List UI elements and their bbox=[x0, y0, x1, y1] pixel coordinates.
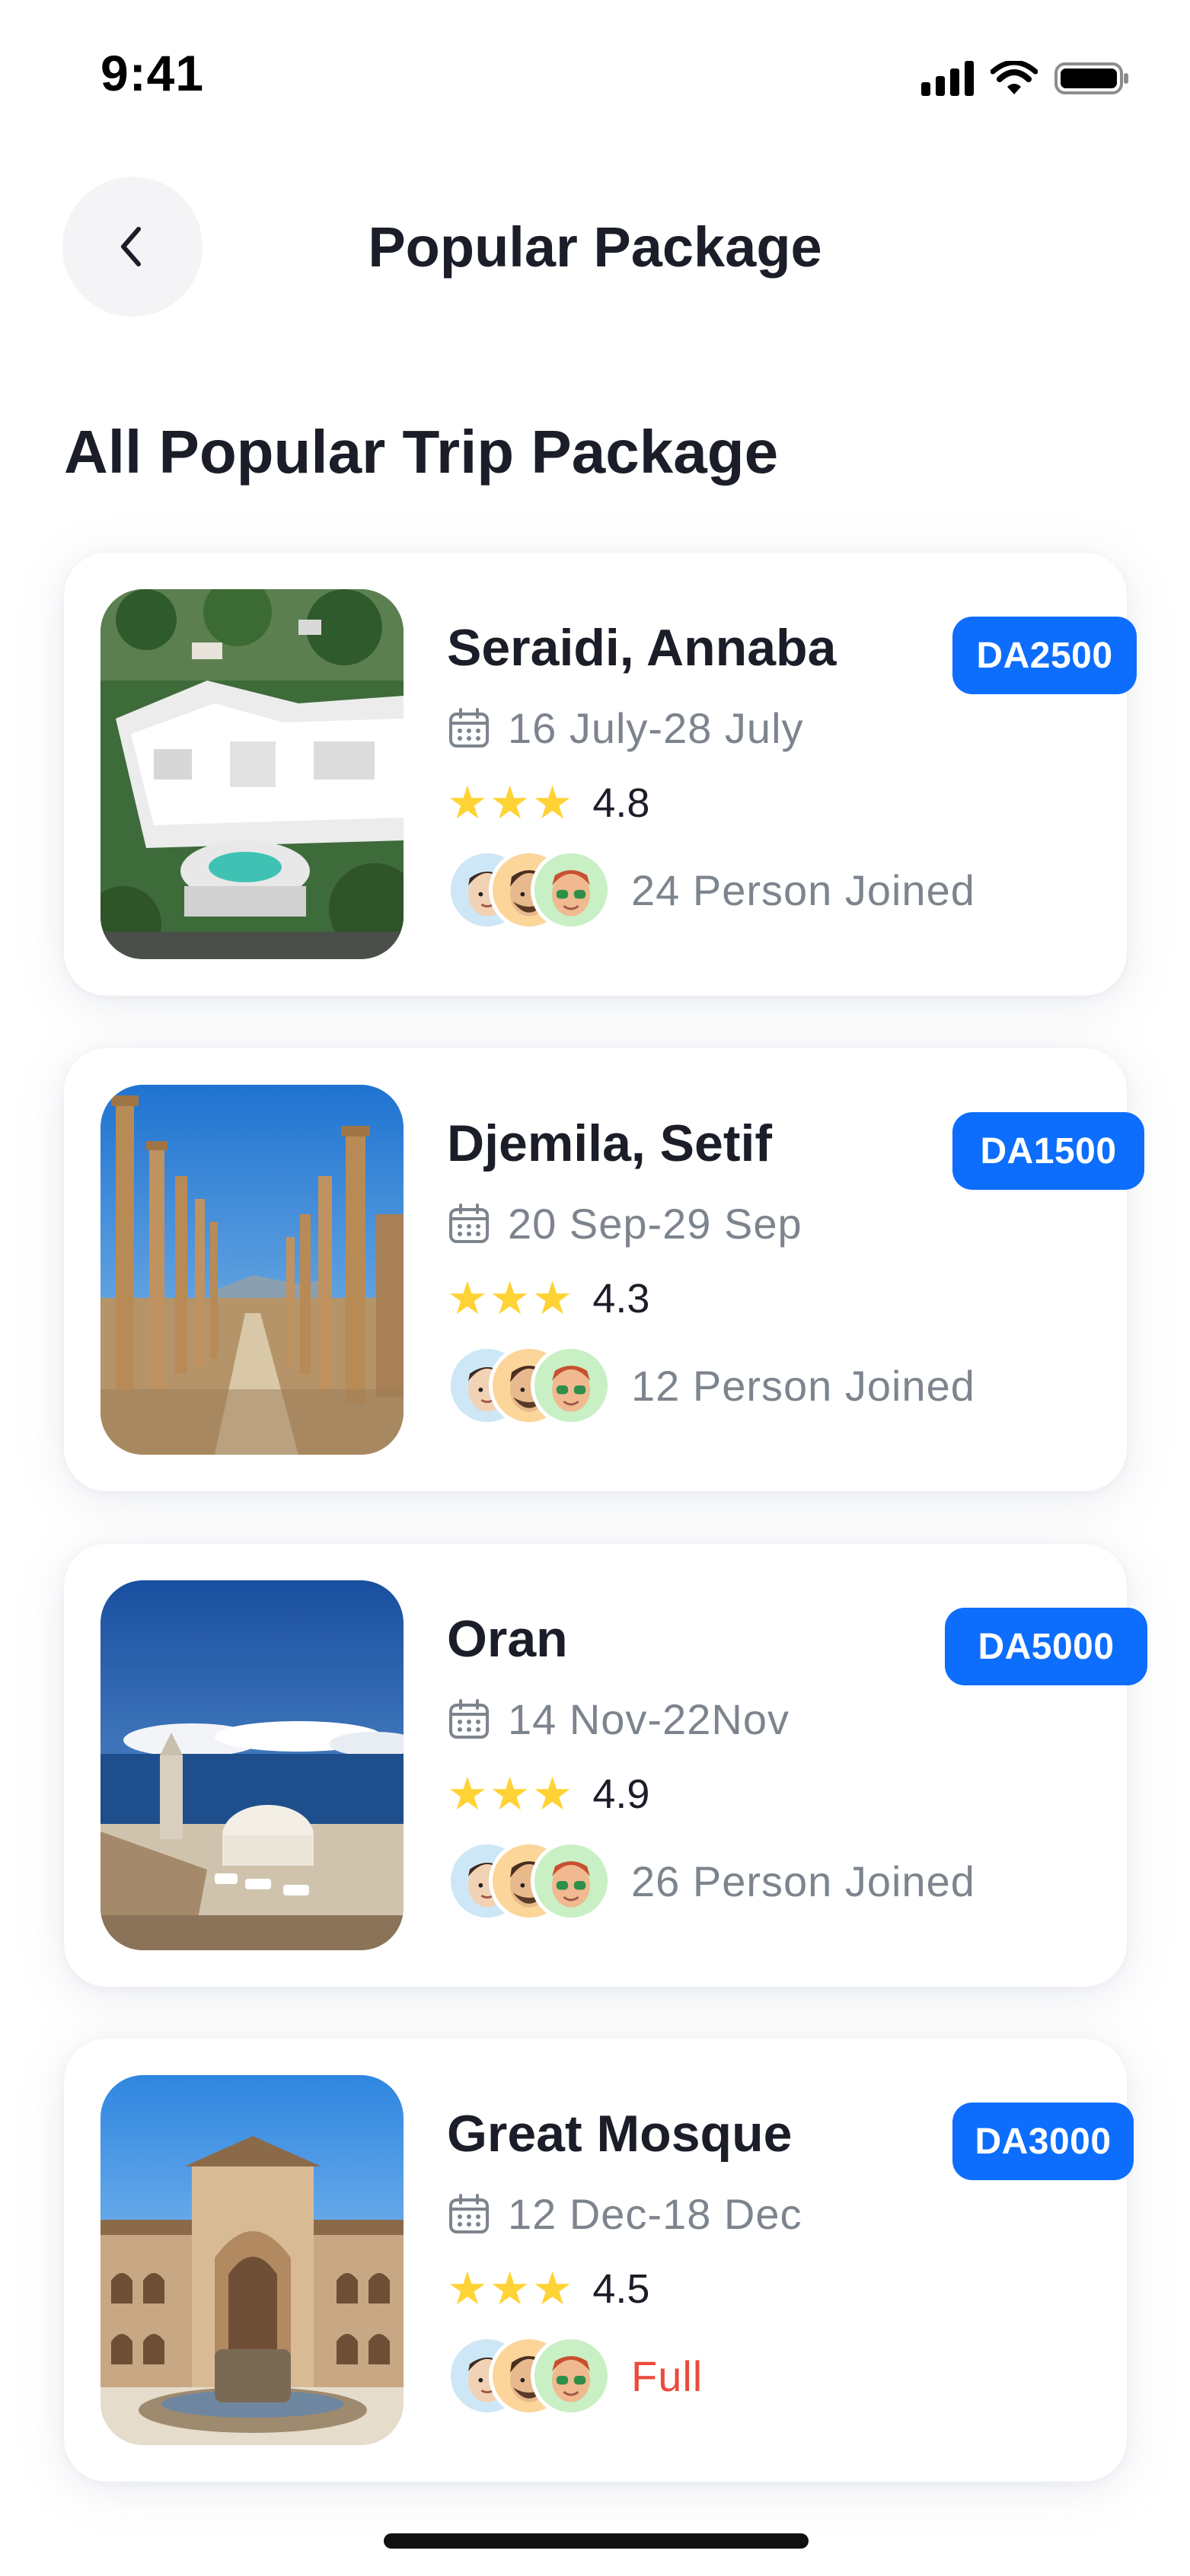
joined-count: 24 Person Joined bbox=[631, 866, 975, 914]
home-indicator[interactable] bbox=[384, 2533, 809, 2549]
package-title: Seraidi, Annaba bbox=[447, 619, 837, 677]
package-image bbox=[100, 589, 404, 959]
avatar-group bbox=[447, 850, 611, 930]
joined-count: 26 Person Joined bbox=[631, 1857, 975, 1905]
date-row: 14 Nov-22Nov bbox=[447, 1694, 790, 1744]
avatar bbox=[531, 2335, 611, 2416]
date-row: 12 Dec-18 Dec bbox=[447, 2189, 802, 2239]
star-icon: ★ bbox=[447, 1273, 488, 1324]
page-title: Popular Package bbox=[368, 215, 822, 279]
rating-value: 4.9 bbox=[592, 1771, 650, 1817]
date-range: 20 Sep-29 Sep bbox=[508, 1200, 802, 1248]
rating-row: ★ ★ ★ 4.9 bbox=[447, 1771, 649, 1818]
package-image bbox=[100, 1580, 404, 1950]
joined-row: 24 Person Joined bbox=[447, 850, 975, 930]
status-time: 9:41 bbox=[100, 45, 205, 101]
avatar-group bbox=[447, 1345, 611, 1426]
price-badge: DA1500 bbox=[952, 1112, 1144, 1190]
star-icon: ★ bbox=[489, 1768, 531, 1819]
cellular-signal-icon bbox=[921, 61, 974, 96]
status-bar: 9:41 bbox=[0, 0, 1190, 152]
star-icon: ★ bbox=[447, 2263, 488, 2314]
package-image bbox=[100, 1085, 404, 1455]
calendar-icon bbox=[449, 1698, 489, 1739]
package-title: Oran bbox=[447, 1610, 568, 1668]
star-icon: ★ bbox=[531, 777, 573, 828]
star-icon: ★ bbox=[531, 2263, 573, 2314]
star-icon: ★ bbox=[447, 777, 488, 828]
joined-status-full: Full bbox=[631, 2351, 703, 2400]
joined-row: Full bbox=[447, 2335, 703, 2416]
rating-row: ★ ★ ★ 4.8 bbox=[447, 779, 649, 827]
package-title: Great Mosque bbox=[447, 2105, 793, 2163]
star-icon: ★ bbox=[489, 1273, 531, 1324]
battery-icon bbox=[1054, 62, 1128, 94]
rating-value: 4.3 bbox=[592, 1276, 650, 1321]
calendar-icon bbox=[449, 2193, 489, 2233]
package-card[interactable]: Oran DA5000 14 Nov-22Nov ★ ★ ★ 4.9 26 Pe… bbox=[64, 1544, 1147, 1987]
star-icon: ★ bbox=[447, 1768, 488, 1819]
joined-count: 12 Person Joined bbox=[631, 1361, 975, 1410]
package-card[interactable]: Djemila, Setif DA1500 20 Sep-29 Sep ★ ★ … bbox=[64, 1048, 1144, 1491]
package-card[interactable]: Seraidi, Annaba DA2500 16 July-28 July ★… bbox=[64, 553, 1137, 996]
price-badge: DA2500 bbox=[952, 617, 1137, 694]
status-icons bbox=[921, 61, 1131, 96]
calendar-icon bbox=[449, 707, 489, 748]
star-icon: ★ bbox=[531, 1273, 573, 1324]
rating-value: 4.8 bbox=[592, 780, 650, 826]
calendar-icon bbox=[449, 1203, 489, 1243]
joined-row: 12 Person Joined bbox=[447, 1345, 975, 1426]
star-icon: ★ bbox=[531, 1768, 573, 1819]
joined-row: 26 Person Joined bbox=[447, 1841, 975, 1921]
avatar-group bbox=[447, 1841, 611, 1921]
date-range: 16 July-28 July bbox=[508, 704, 804, 752]
rating-value: 4.5 bbox=[592, 2266, 650, 2312]
avatar bbox=[531, 1841, 611, 1921]
star-icon: ★ bbox=[489, 2263, 531, 2314]
wifi-icon bbox=[991, 61, 1038, 94]
package-card[interactable]: Great Mosque DA3000 12 Dec-18 Dec ★ ★ ★ … bbox=[64, 2039, 1134, 2482]
section-title: All Popular Trip Package bbox=[64, 418, 779, 486]
date-row: 16 July-28 July bbox=[447, 703, 804, 753]
avatar bbox=[531, 1345, 611, 1426]
avatar bbox=[531, 850, 611, 930]
avatar-group bbox=[447, 2335, 611, 2416]
star-icon: ★ bbox=[489, 777, 531, 828]
rating-row: ★ ★ ★ 4.5 bbox=[447, 2265, 649, 2313]
price-badge: DA5000 bbox=[945, 1608, 1147, 1685]
rating-row: ★ ★ ★ 4.3 bbox=[447, 1275, 649, 1322]
date-range: 14 Nov-22Nov bbox=[508, 1695, 790, 1743]
date-row: 20 Sep-29 Sep bbox=[447, 1199, 802, 1248]
price-badge: DA3000 bbox=[952, 2103, 1134, 2180]
package-image bbox=[100, 2075, 404, 2445]
package-title: Djemila, Setif bbox=[447, 1114, 773, 1172]
date-range: 12 Dec-18 Dec bbox=[508, 2190, 802, 2238]
